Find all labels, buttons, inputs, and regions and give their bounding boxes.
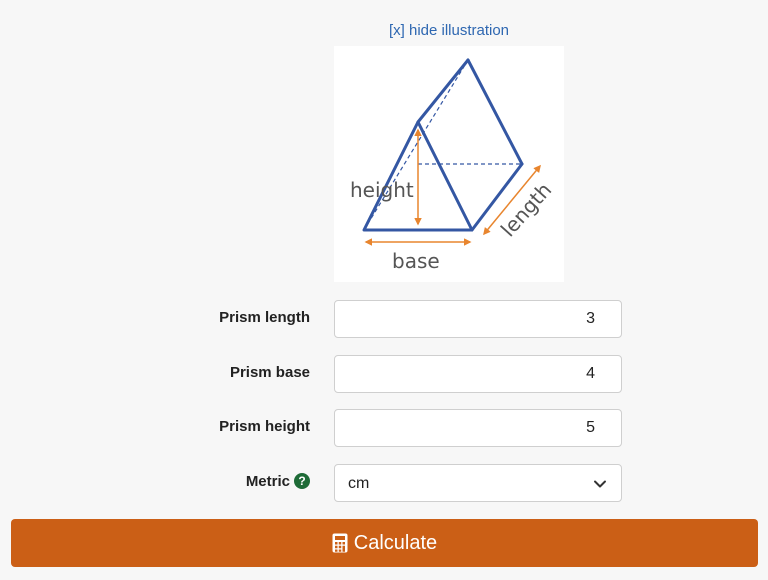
prism-height-input[interactable] bbox=[334, 409, 622, 447]
calculate-label: Calculate bbox=[353, 531, 438, 554]
calculate-button[interactable]: Calculate bbox=[11, 519, 758, 567]
hidden-left-edge bbox=[363, 59, 469, 231]
prism-length-label: Prism length bbox=[219, 309, 310, 326]
prism-base-label: Prism base bbox=[229, 364, 310, 381]
back-slope-edge bbox=[466, 58, 524, 166]
prism-illustration: height base length bbox=[334, 46, 564, 282]
top-edge bbox=[416, 58, 470, 124]
prism-diagram: height base length bbox=[350, 58, 556, 273]
question-circle-icon[interactable]: ? bbox=[294, 473, 310, 489]
base-label: base bbox=[392, 249, 440, 273]
metric-selected-value: cm bbox=[348, 475, 370, 492]
prism-height-row: Prism height bbox=[0, 409, 768, 447]
metric-select[interactable]: cm bbox=[334, 464, 622, 502]
metric-label: Metric bbox=[245, 473, 290, 490]
metric-label-group: Metric? bbox=[246, 464, 310, 502]
height-label: height bbox=[350, 178, 414, 202]
hide-illustration-link[interactable]: [x] hide illustration bbox=[0, 22, 768, 39]
prism-length-row: Prism length bbox=[0, 300, 768, 338]
prism-calculator: [x] hide illustration height base length… bbox=[0, 0, 768, 580]
prism-base-row: Prism base bbox=[0, 355, 768, 393]
metric-row: Metric? cm bbox=[0, 464, 768, 502]
chevron-down-icon bbox=[594, 480, 606, 488]
prism-base-input[interactable] bbox=[334, 355, 622, 393]
prism-length-input[interactable] bbox=[334, 300, 622, 338]
calculator-icon bbox=[332, 533, 348, 553]
prism-height-label: Prism height bbox=[219, 418, 310, 435]
